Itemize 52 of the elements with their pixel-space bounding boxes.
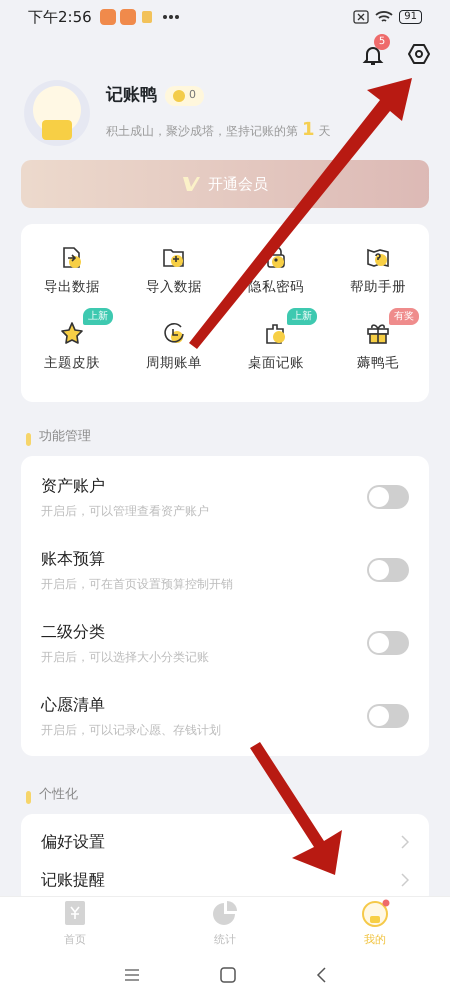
app-notification-icon bbox=[120, 9, 136, 25]
notification-badge: 5 bbox=[374, 34, 390, 50]
setting-title: 账本预算 bbox=[41, 548, 106, 570]
shortcut-label[interactable]: 桌面记账 bbox=[248, 352, 304, 373]
home-icon[interactable] bbox=[220, 967, 236, 983]
toggle-switch[interactable] bbox=[367, 630, 409, 654]
section-title: 个性化 bbox=[39, 786, 78, 804]
chevron-right-icon bbox=[401, 835, 409, 849]
v-icon bbox=[182, 176, 200, 192]
new-badge: 上新 bbox=[287, 308, 317, 325]
day-unit: 天 bbox=[318, 123, 331, 140]
shortcut-label[interactable]: 导入数据 bbox=[146, 276, 202, 297]
setting-title: 心愿清单 bbox=[41, 694, 106, 716]
section-marker bbox=[26, 791, 31, 804]
menu-icon[interactable] bbox=[124, 968, 140, 982]
new-badge: 有奖 bbox=[389, 308, 419, 325]
section-title: 功能管理 bbox=[39, 428, 91, 446]
setting-description: 开启后，可以记录心愿、存钱计划 bbox=[41, 722, 222, 738]
toggle-switch[interactable] bbox=[367, 558, 409, 582]
app-notification-icon bbox=[140, 9, 154, 25]
day-count: 1 bbox=[302, 118, 315, 142]
chevron-right-icon bbox=[401, 873, 409, 887]
motto-text: 积土成山，聚沙成塔，坚持记账的第 bbox=[106, 123, 298, 140]
setting-title: 二级分类 bbox=[41, 620, 106, 642]
coin-counter: 0 bbox=[165, 86, 204, 106]
avatar-icon bbox=[360, 898, 390, 928]
settings-icon[interactable] bbox=[408, 43, 430, 65]
status-time: 下午2:56 bbox=[28, 6, 92, 28]
app-notification-icon bbox=[100, 9, 116, 25]
pie-chart-icon bbox=[210, 898, 240, 928]
new-badge: 上新 bbox=[83, 308, 113, 325]
shortcut-label[interactable]: 导出数据 bbox=[44, 276, 100, 297]
setting-description: 开启后，可以选择大小分类记账 bbox=[41, 648, 210, 666]
more-icon bbox=[162, 14, 180, 20]
shortcut-label[interactable]: 帮助手册 bbox=[350, 276, 406, 297]
setting-description: 开启后，可在首页设置预算控制开销 bbox=[41, 576, 234, 592]
setting-description: 开启后，可以管理查看资产账户 bbox=[41, 502, 210, 520]
shortcut-label[interactable]: 薅鸭毛 bbox=[357, 352, 399, 373]
section-marker bbox=[26, 433, 31, 446]
back-icon[interactable] bbox=[316, 967, 326, 983]
menu-row[interactable]: 记账提醒 bbox=[21, 864, 429, 896]
shortcut-label[interactable]: 周期账单 bbox=[146, 352, 202, 373]
coin-icon bbox=[173, 90, 185, 102]
user-name: 记账鸭 bbox=[106, 84, 157, 107]
toggle-switch[interactable] bbox=[367, 704, 409, 728]
shortcut-label[interactable]: 主题皮肤 bbox=[44, 352, 100, 373]
wifi-icon bbox=[375, 10, 394, 24]
toggle-switch[interactable] bbox=[367, 484, 409, 508]
sim-icon bbox=[353, 10, 370, 24]
star-icon[interactable] bbox=[59, 320, 85, 345]
setting-title: 资产账户 bbox=[41, 474, 106, 496]
menu-row[interactable]: 偏好设置 bbox=[21, 820, 429, 864]
